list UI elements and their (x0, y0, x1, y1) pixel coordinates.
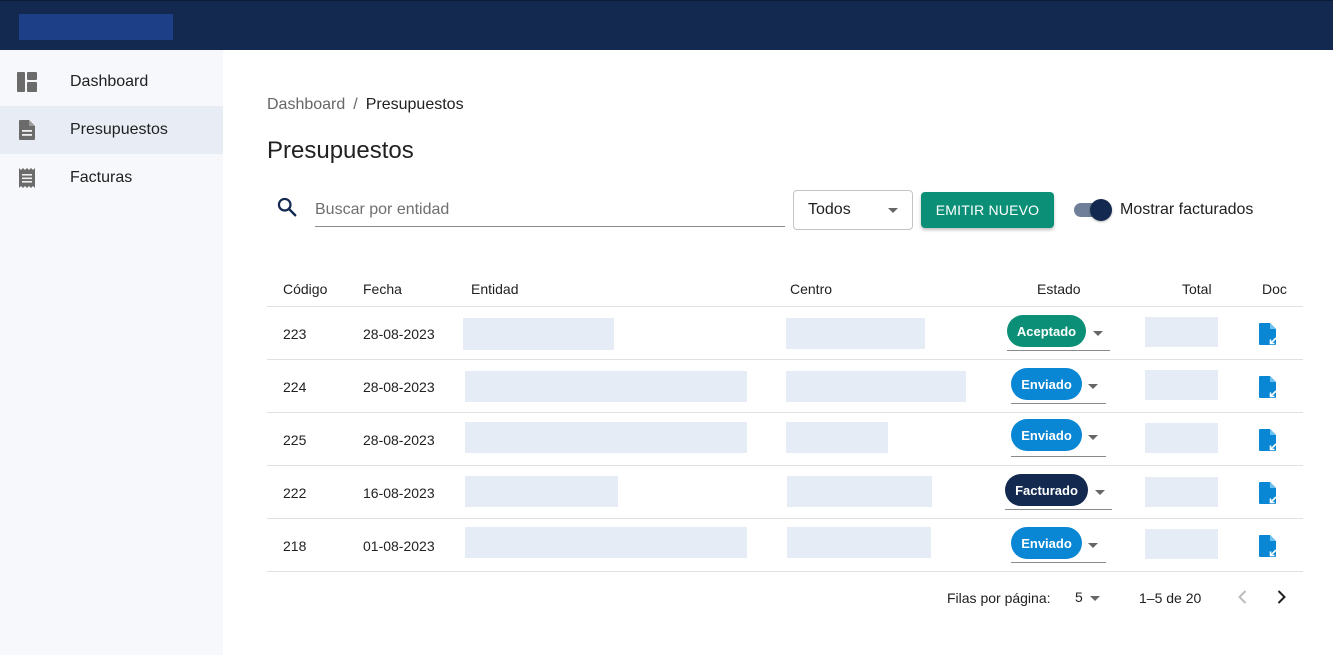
status-select-underline (1005, 509, 1112, 510)
document-link-icon[interactable] (1258, 376, 1278, 398)
status-select-underline (1011, 403, 1106, 404)
column-header-codigo[interactable]: Código (283, 281, 327, 297)
chevron-right-icon[interactable] (1271, 587, 1291, 607)
sidebar-item-facturas[interactable]: Facturas (0, 154, 223, 202)
redacted-centro (787, 527, 931, 558)
cell-codigo: 225 (283, 432, 307, 448)
status-select-underline (1011, 562, 1106, 563)
chevron-down-icon[interactable] (1088, 384, 1098, 389)
redacted-centro (786, 422, 888, 453)
table-row[interactable]: 225 28-08-2023 Enviado (267, 413, 1303, 466)
breadcrumb: Dashboard / Presupuestos (267, 96, 464, 114)
redacted-total (1145, 370, 1218, 400)
chevron-down-icon[interactable] (1093, 331, 1103, 336)
redacted-entidad (465, 527, 747, 558)
column-header-doc: Doc (1262, 281, 1287, 297)
redacted-total (1145, 529, 1218, 559)
show-invoiced-label: Mostrar facturados (1120, 201, 1254, 218)
show-invoiced-toggle[interactable] (1074, 199, 1112, 221)
chevron-down-icon[interactable] (1095, 490, 1105, 495)
chevron-down-icon (888, 208, 898, 213)
status-chip[interactable]: Enviado (1011, 419, 1082, 451)
status-filter-select[interactable]: Todos (793, 190, 913, 230)
document-link-icon[interactable] (1258, 535, 1278, 557)
receipt-icon (19, 168, 35, 188)
redacted-entidad (465, 476, 618, 507)
app-logo[interactable] (19, 14, 173, 40)
top-app-bar (0, 0, 1333, 50)
sidebar-item-presupuestos[interactable]: Presupuestos (0, 106, 223, 154)
breadcrumb-link-dashboard[interactable]: Dashboard (267, 96, 345, 114)
rows-per-page-select[interactable]: 5 (1075, 589, 1083, 605)
column-header-total[interactable]: Total (1182, 281, 1212, 297)
table-row[interactable]: 218 01-08-2023 Enviado (267, 519, 1303, 572)
column-header-fecha[interactable]: Fecha (363, 281, 402, 297)
table-row[interactable]: 222 16-08-2023 Facturado (267, 466, 1303, 519)
page-title: Presupuestos (267, 137, 414, 164)
toggle-thumb (1090, 199, 1112, 221)
redacted-entidad (465, 371, 747, 402)
status-chip[interactable]: Facturado (1005, 474, 1088, 506)
cell-codigo: 218 (283, 538, 307, 554)
chevron-down-icon[interactable] (1088, 435, 1098, 440)
column-header-estado[interactable]: Estado (1037, 281, 1081, 297)
redacted-centro (787, 476, 932, 507)
rows-per-page-label: Filas por página: (947, 590, 1051, 606)
emit-new-button[interactable]: EMITIR NUEVO (921, 192, 1054, 228)
cell-codigo: 224 (283, 379, 307, 395)
redacted-entidad (463, 318, 614, 350)
chevron-down-icon[interactable] (1088, 543, 1098, 548)
chevron-down-icon[interactable] (1090, 596, 1100, 601)
redacted-entidad (465, 422, 747, 453)
document-icon (19, 120, 35, 140)
breadcrumb-separator: / (353, 96, 358, 113)
cell-codigo: 222 (283, 485, 307, 501)
document-link-icon[interactable] (1258, 323, 1278, 345)
sidebar-item-label: Presupuestos (70, 121, 168, 138)
search-input[interactable] (315, 193, 785, 227)
cell-codigo: 223 (283, 326, 307, 342)
search-icon (277, 197, 297, 217)
sidebar-item-label: Dashboard (70, 73, 149, 90)
column-header-entidad[interactable]: Entidad (471, 281, 518, 297)
sidebar: Dashboard Presupuestos Facturas (0, 50, 223, 655)
redacted-centro (786, 371, 966, 402)
dashboard-icon (17, 72, 37, 92)
cell-fecha: 28-08-2023 (363, 432, 435, 448)
sidebar-item-dashboard[interactable]: Dashboard (0, 58, 223, 106)
redacted-centro (786, 318, 925, 349)
redacted-total (1145, 317, 1218, 347)
document-link-icon[interactable] (1258, 429, 1278, 451)
redacted-total (1145, 477, 1218, 507)
breadcrumb-current: Presupuestos (365, 96, 464, 113)
sidebar-item-label: Facturas (70, 169, 133, 186)
status-select-underline (1011, 456, 1106, 457)
cell-fecha: 16-08-2023 (363, 485, 435, 501)
redacted-total (1145, 423, 1218, 453)
status-chip[interactable]: Aceptado (1007, 315, 1086, 347)
status-select-underline (1007, 350, 1110, 351)
cell-fecha: 01-08-2023 (363, 538, 435, 554)
column-header-centro[interactable]: Centro (790, 281, 832, 297)
table-row[interactable]: 224 28-08-2023 Enviado (267, 360, 1303, 413)
cell-fecha: 28-08-2023 (363, 326, 435, 342)
table-row[interactable]: 223 28-08-2023 Aceptado (267, 307, 1303, 360)
document-link-icon[interactable] (1258, 482, 1278, 504)
status-filter-value: Todos (808, 201, 851, 218)
chevron-left-icon[interactable] (1233, 587, 1253, 607)
pagination-range: 1–5 de 20 (1139, 590, 1202, 606)
cell-fecha: 28-08-2023 (363, 379, 435, 395)
status-chip[interactable]: Enviado (1011, 368, 1082, 400)
status-chip[interactable]: Enviado (1011, 527, 1082, 559)
